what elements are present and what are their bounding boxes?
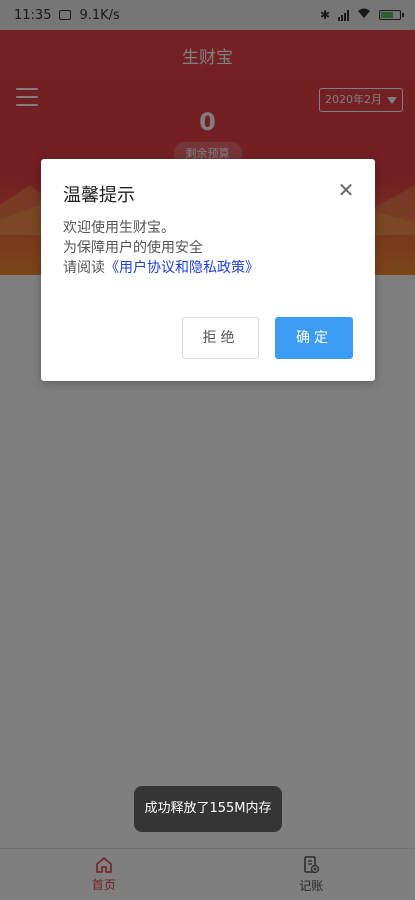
dialog-line-3-prefix: 请阅读 — [63, 260, 105, 276]
dialog-title: 温馨提示 — [63, 185, 135, 206]
dialog-body: 欢迎使用生财宝。 为保障用户的使用安全 请阅读《用户协议和隐私政策》 — [63, 218, 259, 278]
app-screen: 11:35 9.1K/s ✱ 生财宝 2020年2月 0 剩余预算 — [0, 0, 415, 900]
dialog-line-3: 请阅读《用户协议和隐私政策》 — [63, 258, 259, 278]
dialog-line-2: 为保障用户的使用安全 — [63, 240, 203, 256]
toast-message: 成功释放了155M内存 — [134, 786, 282, 832]
notice-dialog: 温馨提示 ✕ 欢迎使用生财宝。 为保障用户的使用安全 请阅读《用户协议和隐私政策… — [41, 159, 375, 381]
close-icon[interactable]: ✕ — [335, 179, 357, 201]
modal-overlay[interactable] — [0, 0, 415, 900]
confirm-button[interactable]: 确定 — [275, 317, 353, 359]
dialog-line-1: 欢迎使用生财宝。 — [63, 220, 175, 236]
agreement-link[interactable]: 《用户协议和隐私政策》 — [105, 260, 259, 276]
reject-button[interactable]: 拒绝 — [182, 317, 259, 359]
